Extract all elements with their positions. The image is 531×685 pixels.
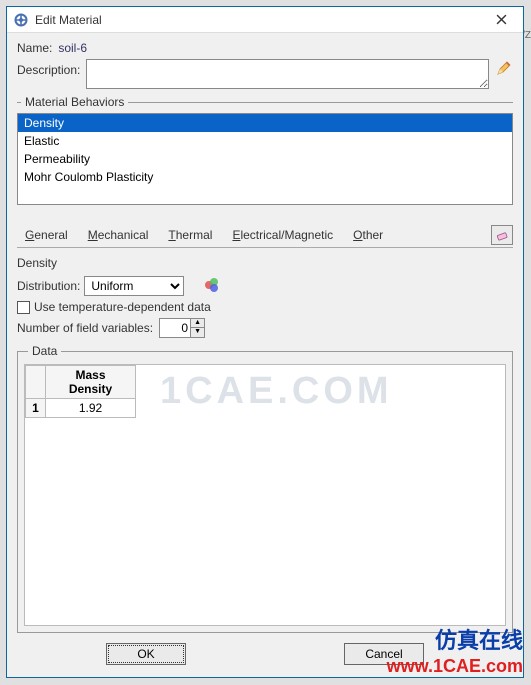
temp-dep-checkbox[interactable] [17,301,30,314]
category-tabbar: General Mechanical Thermal Electrical/Ma… [17,223,513,248]
density-section-header: Density [17,256,513,270]
app-icon [13,12,29,28]
tab-thermal[interactable]: Thermal [160,226,220,244]
delete-behavior-button[interactable] [491,225,513,245]
data-group: Data MassDensity 1 1.92 [17,344,513,633]
tab-other[interactable]: Other [345,226,391,244]
edit-material-dialog: Edit Material Name: soil-6 Description: [6,6,524,678]
tab-electrical[interactable]: Electrical/Magnetic [224,226,341,244]
tab-mechanical[interactable]: Mechanical [80,226,157,244]
spectrum-icon [204,277,220,293]
titlebar: Edit Material [7,7,523,33]
behavior-item-mohr[interactable]: Mohr Coulomb Plasticity [18,168,512,186]
description-row: Description: [17,59,513,89]
description-input[interactable] [86,59,489,89]
name-label: Name: [17,41,52,55]
field-button[interactable] [204,277,220,296]
nfv-input[interactable] [160,321,190,335]
cell-mass-density[interactable]: 1.92 [46,399,136,418]
data-table: MassDensity 1 1.92 [25,365,136,418]
ok-button[interactable]: OK [106,643,186,665]
table-row: 1 1.92 [26,399,136,418]
close-icon [496,14,507,25]
window-title: Edit Material [35,13,481,27]
row-number[interactable]: 1 [26,399,46,418]
distribution-label: Distribution: [17,279,80,293]
nfv-spinner[interactable]: ▲ ▼ [159,318,205,338]
nfv-down[interactable]: ▼ [191,328,204,337]
behavior-item-elastic[interactable]: Elastic [18,132,512,150]
description-label: Description: [17,59,80,77]
data-legend: Data [28,344,61,358]
behavior-item-density[interactable]: Density [18,114,512,132]
temp-dep-row: Use temperature-dependent data [17,300,513,314]
row-header-blank [26,366,46,399]
dialog-content: Name: soil-6 Description: Material Behav… [7,33,523,677]
material-behaviors-legend: Material Behaviors [21,95,128,109]
pencil-icon [496,60,512,76]
close-button[interactable] [481,8,521,32]
edit-description-button[interactable] [495,59,513,77]
nfv-up[interactable]: ▲ [191,319,204,328]
distribution-row: Distribution: Uniform [17,276,513,296]
tab-general[interactable]: General [17,226,76,244]
nfv-row: Number of field variables: ▲ ▼ [17,318,513,338]
distribution-select[interactable]: Uniform [84,276,184,296]
temp-dep-label: Use temperature-dependent data [34,300,211,314]
material-behaviors-group: Material Behaviors Density Elastic Perme… [17,95,513,211]
col-header-mass-density[interactable]: MassDensity [46,366,136,399]
nfv-label: Number of field variables: [17,321,153,335]
data-table-wrap[interactable]: MassDensity 1 1.92 [24,364,506,626]
name-row: Name: soil-6 [17,41,513,55]
name-value: soil-6 [58,41,87,55]
button-bar: OK Cancel [17,637,513,671]
behavior-item-permeability[interactable]: Permeability [18,150,512,168]
cancel-button[interactable]: Cancel [344,643,424,665]
behavior-list[interactable]: Density Elastic Permeability Mohr Coulom… [17,113,513,205]
eraser-icon [495,228,509,242]
